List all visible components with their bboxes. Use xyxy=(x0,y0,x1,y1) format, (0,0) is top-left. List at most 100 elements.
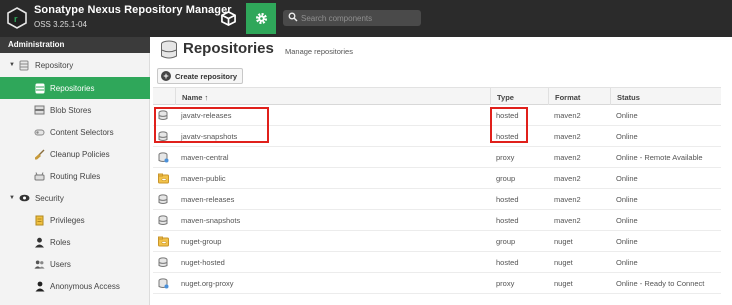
hosted-icon xyxy=(153,189,175,210)
repository-format: nuget xyxy=(554,258,573,267)
create-repository-button[interactable]: + Create repository xyxy=(157,68,244,84)
repository-name: nuget-hosted xyxy=(181,258,225,267)
repository-status: Online - Remote Available xyxy=(616,153,703,162)
search-box[interactable] xyxy=(283,10,421,26)
app-version: OSS 3.25.1-04 xyxy=(34,20,87,29)
caret-down-icon: ▼ xyxy=(9,195,15,201)
user-icon xyxy=(34,281,45,292)
app-title: Sonatype Nexus Repository Manager xyxy=(34,4,232,16)
sidebar-item-label: Repository xyxy=(34,60,74,70)
user-roles-icon xyxy=(34,237,45,248)
repository-status: Online xyxy=(616,216,638,225)
sidebar-item-privileges[interactable]: Privileges xyxy=(0,209,150,231)
table-header: Name ↑ Type Format Status xyxy=(153,87,721,105)
repositories-page-icon xyxy=(161,40,177,59)
repository-type: proxy xyxy=(496,279,515,288)
highlight-box-types xyxy=(490,107,528,143)
sidebar-item-label: Repositories xyxy=(50,83,95,93)
page-title: Repositories xyxy=(183,40,274,57)
sidebar-item-cleanup-policies[interactable]: Cleanup Policies xyxy=(0,143,150,165)
nexus-logo-icon[interactable]: r xyxy=(6,7,28,29)
sidebar-item-label: Users xyxy=(50,259,71,269)
sidebar-item-blob-stores[interactable]: Blob Stores xyxy=(0,99,150,121)
broom-icon xyxy=(34,149,45,160)
repository-format: maven2 xyxy=(554,153,581,162)
repository-status: Online xyxy=(616,132,638,141)
repository-name: maven-snapshots xyxy=(181,216,241,225)
search-input[interactable] xyxy=(301,11,417,25)
sidebar-item-label: Roles xyxy=(50,237,71,247)
browse-button[interactable] xyxy=(215,6,241,30)
administration-button[interactable] xyxy=(246,3,276,34)
repository-format: maven2 xyxy=(554,195,581,204)
repository-status: Online xyxy=(616,174,638,183)
sidebar-item-label: Anonymous Access xyxy=(50,281,120,291)
top-bar: r Sonatype Nexus Repository Manager OSS … xyxy=(0,0,732,37)
repository-type: hosted xyxy=(496,195,519,204)
sidebar-header: Administration xyxy=(0,37,150,53)
sidebar-item-label: Cleanup Policies xyxy=(50,149,110,159)
sidebar-item-content-selectors[interactable]: Content Selectors xyxy=(0,121,150,143)
sidebar-item-label: Privileges xyxy=(50,215,85,225)
caret-down-icon: ▼ xyxy=(9,62,15,68)
table-row[interactable]: maven-central proxy maven2 Online - Remote … xyxy=(153,147,721,168)
database-icon xyxy=(19,60,30,71)
repository-type: group xyxy=(496,174,516,183)
hosted-icon xyxy=(153,210,175,231)
sidebar-item-users[interactable]: Users xyxy=(0,253,150,275)
svg-text:r: r xyxy=(14,14,18,24)
repository-format: nuget xyxy=(554,279,573,288)
sidebar: Administration ▼ Repository Repositories… xyxy=(0,37,150,305)
repository-type: hosted xyxy=(496,216,519,225)
repository-format: maven2 xyxy=(554,174,581,183)
sidebar-item-repositories[interactable]: Repositories xyxy=(0,77,150,99)
cube-icon xyxy=(220,10,236,26)
sidebar-item-label: Blob Stores xyxy=(50,105,92,115)
repository-format: maven2 xyxy=(554,132,581,141)
group-icon xyxy=(153,168,175,189)
layers-icon xyxy=(34,127,45,138)
router-icon xyxy=(34,171,45,182)
repository-status: Online xyxy=(616,258,638,267)
column-header-name[interactable]: Name ↑ xyxy=(175,88,490,105)
page-subtitle: Manage repositories xyxy=(285,47,353,56)
repository-name: nuget.org-proxy xyxy=(181,279,234,288)
column-header-type[interactable]: Type xyxy=(490,88,548,105)
sidebar-item-roles[interactable]: Roles xyxy=(0,231,150,253)
hosted-icon xyxy=(153,252,175,273)
table-row[interactable]: maven-snapshots hosted maven2 Online xyxy=(153,210,721,231)
sidebar-item-label: Routing Rules xyxy=(50,171,101,181)
highlight-box-names xyxy=(154,107,269,143)
eye-icon xyxy=(19,193,30,204)
repository-name: nuget-group xyxy=(181,237,222,246)
table-row[interactable]: nuget-group group nuget Online xyxy=(153,231,721,252)
proxy-icon xyxy=(153,147,175,168)
sidebar-item-anonymous-access[interactable]: Anonymous Access xyxy=(0,275,150,297)
repository-type: hosted xyxy=(496,258,519,267)
column-header-status[interactable]: Status xyxy=(610,88,721,105)
sidebar-group-security[interactable]: ▼ Security xyxy=(0,187,150,209)
sidebar-group-repository[interactable]: ▼ Repository xyxy=(0,54,150,76)
table-row[interactable]: maven-public group maven2 Online xyxy=(153,168,721,189)
table-row[interactable]: nuget.org-proxy proxy nuget Online - Ready … xyxy=(153,273,721,294)
sidebar-item-routing-rules[interactable]: Routing Rules xyxy=(0,165,150,187)
medal-icon xyxy=(34,215,45,226)
repository-status: Online xyxy=(616,237,638,246)
plus-icon: + xyxy=(161,71,171,81)
repository-format: maven2 xyxy=(554,216,581,225)
repository-format: maven2 xyxy=(554,111,581,120)
create-repository-label: Create repository xyxy=(175,71,238,81)
proxy-icon xyxy=(153,273,175,294)
sidebar-item-label: Security xyxy=(34,193,64,203)
gear-icon xyxy=(255,12,267,25)
database-icon xyxy=(34,83,45,94)
table-row[interactable]: maven-releases hosted maven2 Online xyxy=(153,189,721,210)
repository-name: maven-public xyxy=(181,174,226,183)
repository-name: maven-releases xyxy=(181,195,235,204)
group-icon xyxy=(153,231,175,252)
repository-status: Online - Ready to Connect xyxy=(616,279,705,288)
users-icon xyxy=(34,259,45,270)
table-row[interactable]: nuget-hosted hosted nuget Online xyxy=(153,252,721,273)
repository-type: group xyxy=(496,237,516,246)
column-header-format[interactable]: Format xyxy=(548,88,610,105)
